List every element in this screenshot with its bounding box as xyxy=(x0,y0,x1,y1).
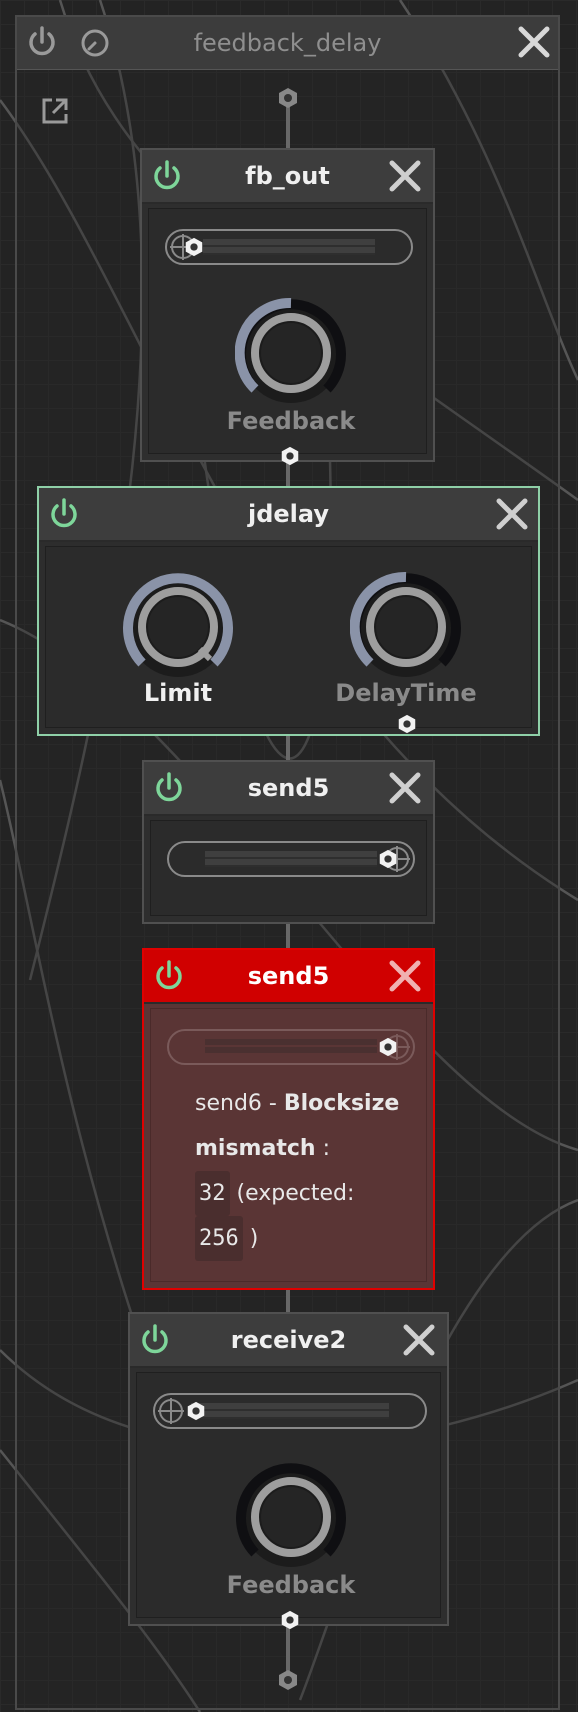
patch-title: feedback_delay xyxy=(193,29,382,57)
patch-header: feedback_delay xyxy=(17,17,558,70)
module-title: receive2 xyxy=(230,1326,347,1354)
slider-track xyxy=(205,1039,377,1055)
error-line-3: 32 (expected: xyxy=(195,1171,425,1216)
port-icon[interactable] xyxy=(279,1609,301,1631)
module-header: fb_out xyxy=(142,150,433,204)
module-header: send5 xyxy=(144,950,433,1004)
module-header: send5 xyxy=(144,762,433,816)
error-colon: : xyxy=(322,1136,330,1161)
error-line-4: 256 ) xyxy=(195,1216,425,1261)
module-jdelay[interactable]: jdelay Limit DelayTime xyxy=(37,486,540,736)
module-body: Feedback xyxy=(136,1372,441,1630)
port-icon[interactable] xyxy=(396,713,418,735)
close-icon[interactable] xyxy=(388,959,422,993)
module-send5-error[interactable]: send5 send6 - Blocksize mismatch : 32 (e… xyxy=(142,948,435,1290)
port-icon[interactable] xyxy=(279,445,301,467)
slider-track xyxy=(203,239,375,255)
patch-output-port[interactable] xyxy=(276,1668,300,1692)
knob-label: Limit xyxy=(143,679,213,707)
module-header: receive2 xyxy=(130,1314,447,1368)
port-icon[interactable] xyxy=(377,1036,399,1058)
module-fb-out[interactable]: fb_out Feedback xyxy=(140,148,435,466)
error-prefix: send6 - xyxy=(195,1091,277,1116)
module-body: send6 - Blocksize mismatch : 32 (expecte… xyxy=(150,1008,427,1282)
port-icon[interactable] xyxy=(377,848,399,870)
close-icon[interactable] xyxy=(402,1323,436,1357)
close-icon[interactable] xyxy=(388,771,422,805)
io-slider[interactable] xyxy=(167,1029,415,1065)
close-icon[interactable] xyxy=(517,25,551,59)
port-icon[interactable] xyxy=(183,236,205,258)
error-line-1: send6 - Blocksize xyxy=(195,1081,425,1126)
error-message: send6 - Blocksize mismatch : 32 (expecte… xyxy=(195,1081,425,1261)
patch-input-port[interactable] xyxy=(276,86,300,110)
module-header: jdelay xyxy=(39,488,538,542)
error-expected-value: 256 xyxy=(195,1216,243,1261)
knob-label: Feedback xyxy=(226,1571,356,1599)
knob-delaytime[interactable] xyxy=(350,571,462,683)
module-send5[interactable]: send5 xyxy=(142,760,435,924)
error-value: 32 xyxy=(195,1171,230,1216)
knob-label: DelayTime xyxy=(335,679,477,707)
knob-label: Feedback xyxy=(226,407,356,435)
io-slider[interactable] xyxy=(153,1393,427,1429)
external-link-icon[interactable] xyxy=(40,96,70,126)
error-bold: Blocksize xyxy=(283,1091,400,1116)
error-line-2: mismatch : xyxy=(195,1126,425,1171)
module-body xyxy=(150,820,427,916)
close-icon[interactable] xyxy=(388,159,422,193)
knob[interactable] xyxy=(235,1461,347,1573)
error-close-paren: ) xyxy=(249,1226,259,1251)
close-icon[interactable] xyxy=(495,497,529,531)
crosshair-icon xyxy=(158,1398,184,1424)
knob-limit[interactable] xyxy=(122,571,234,683)
error-bold: mismatch xyxy=(195,1136,316,1161)
module-receive2[interactable]: receive2 Feedback xyxy=(128,1312,449,1630)
slider-track xyxy=(205,851,377,867)
knob[interactable] xyxy=(235,297,347,409)
io-slider[interactable] xyxy=(165,229,413,265)
module-body: Limit DelayTime xyxy=(45,546,532,734)
slider-track xyxy=(191,1403,389,1419)
module-title: jdelay xyxy=(247,500,329,528)
io-slider[interactable] xyxy=(167,841,415,877)
port-icon[interactable] xyxy=(185,1400,207,1422)
module-body: Feedback xyxy=(148,208,427,466)
error-expected-label: (expected: xyxy=(236,1181,355,1206)
